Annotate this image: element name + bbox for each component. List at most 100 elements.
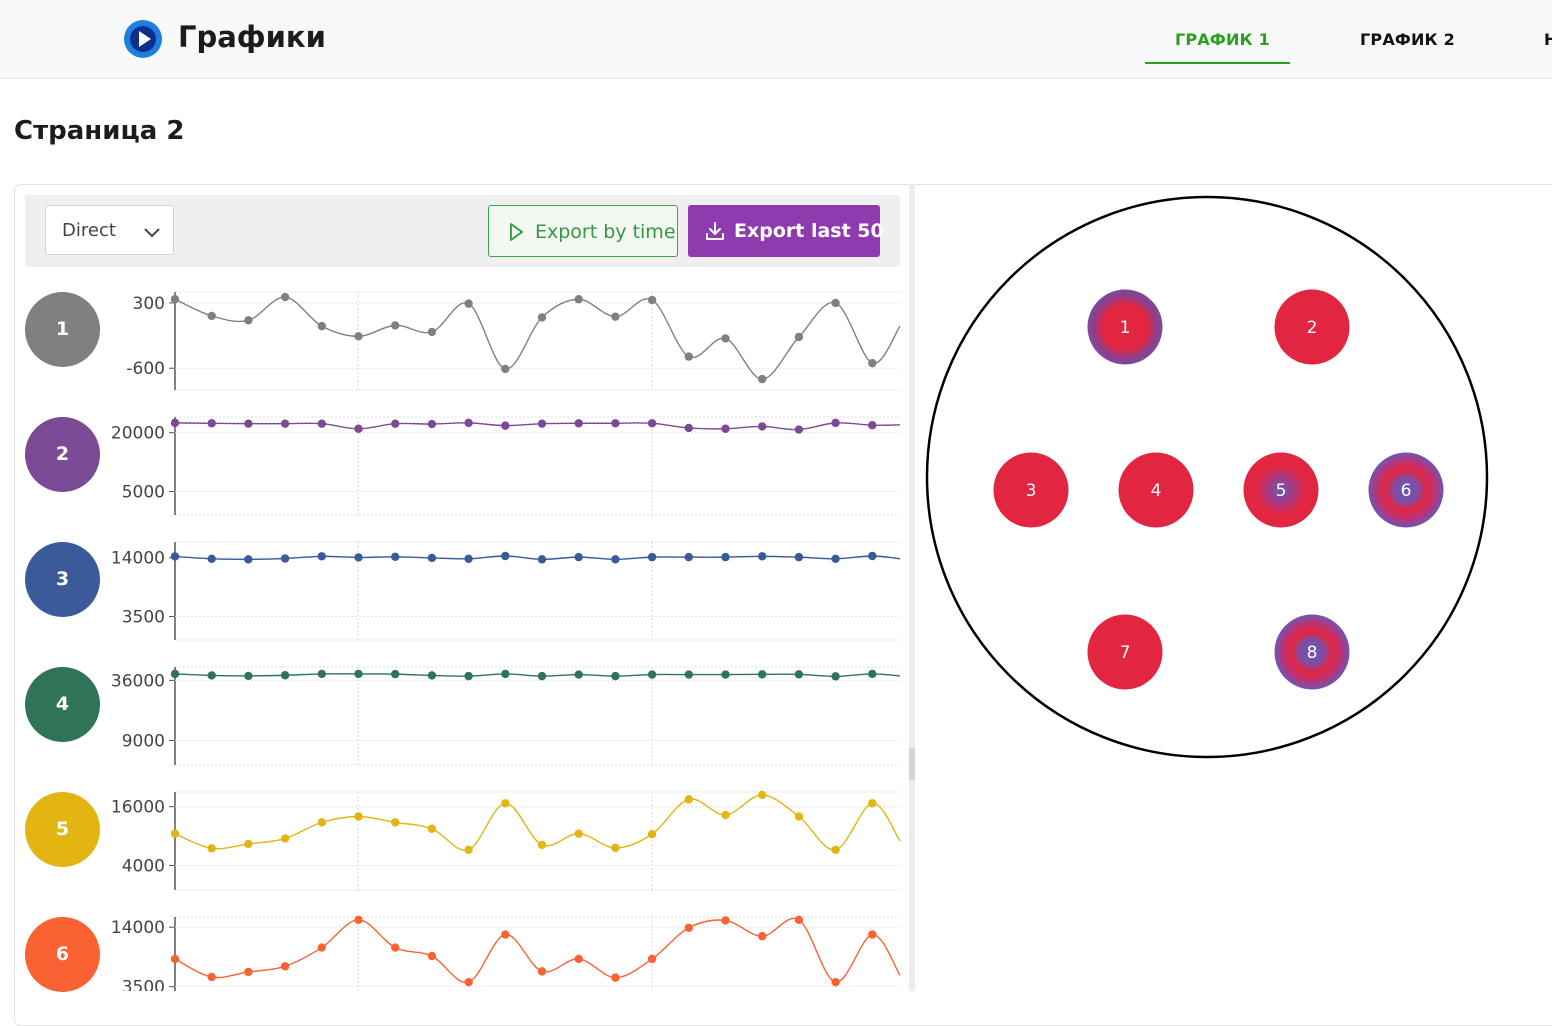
tab-chart-3[interactable]: Н: [1544, 30, 1552, 49]
data-point: [170, 418, 180, 428]
data-point: [354, 424, 363, 433]
data-point: [464, 977, 473, 987]
sensor-label: 7: [1120, 643, 1131, 663]
sensor-6[interactable]: 6: [1368, 452, 1444, 528]
data-point: [244, 839, 253, 849]
data-point: [501, 669, 510, 679]
data-point: [537, 671, 547, 681]
sensor-3[interactable]: 3: [993, 452, 1069, 528]
data-point: [244, 316, 253, 325]
y-tick-label: 3500: [122, 978, 165, 991]
data-point: [868, 799, 877, 808]
data-point: [611, 555, 620, 564]
data-point: [721, 552, 730, 562]
sensor-5[interactable]: 5: [1243, 452, 1319, 528]
data-point: [831, 298, 840, 308]
data-point: [501, 799, 510, 808]
data-point: [464, 418, 473, 428]
data-point: [868, 669, 877, 679]
data-point: [317, 943, 326, 952]
data-point: [280, 834, 290, 843]
data-point: [354, 669, 363, 679]
sensor-label: 2: [1307, 318, 1318, 338]
sensor-4[interactable]: 4: [1118, 452, 1194, 528]
data-point: [537, 419, 547, 428]
data-point: [611, 419, 620, 428]
data-point: [831, 418, 840, 428]
data-point: [317, 669, 326, 679]
sensor-label: 1: [1120, 318, 1131, 338]
y-tick-label: 36000: [111, 671, 165, 691]
tab-chart-2[interactable]: ГРАФИК 2: [1360, 30, 1455, 49]
data-point: [501, 364, 510, 374]
data-point: [611, 843, 620, 853]
data-point: [721, 334, 730, 343]
data-point: [207, 671, 216, 680]
tab-chart-1[interactable]: ГРАФИК 1: [1175, 30, 1270, 49]
data-point: [647, 670, 657, 679]
data-point: [427, 951, 437, 961]
data-point: [647, 419, 657, 428]
y-tick-label: 4000: [122, 857, 165, 877]
data-point: [317, 321, 326, 331]
data-point: [170, 829, 180, 838]
data-point: [391, 818, 400, 827]
data-point: [574, 552, 583, 562]
y-tick-label: -600: [126, 359, 165, 379]
data-point: [170, 552, 180, 561]
chart-channel-5: 16000 4000: [111, 790, 901, 891]
y-tick-label: 14000: [111, 918, 165, 938]
y-tick-label: 300: [133, 294, 165, 314]
data-point: [721, 916, 730, 925]
data-point: [207, 844, 216, 853]
data-point: [831, 672, 840, 681]
data-point: [391, 321, 400, 330]
chart-channel-1: 300 -600: [126, 291, 901, 391]
y-tick-label: 20000: [111, 424, 165, 444]
chart-channel-2: 20000 5000: [111, 416, 901, 516]
sensor-7[interactable]: 7: [1087, 614, 1163, 690]
data-point: [611, 312, 620, 321]
data-point: [244, 555, 253, 564]
data-point: [574, 670, 583, 679]
data-point: [794, 552, 804, 562]
data-point: [647, 954, 657, 964]
data-point: [317, 818, 326, 827]
data-point: [684, 670, 693, 679]
data-point: [684, 552, 693, 562]
data-point: [391, 669, 400, 679]
data-point: [391, 419, 400, 428]
sensor-label: 8: [1307, 643, 1318, 663]
sensor-label: 5: [1276, 481, 1287, 501]
data-point: [537, 313, 547, 322]
data-point: [537, 555, 547, 564]
data-point: [684, 352, 693, 361]
sensor-8[interactable]: 8: [1274, 614, 1350, 690]
data-point: [354, 553, 363, 562]
data-point: [611, 973, 620, 982]
data-point: [794, 425, 804, 434]
data-point: [391, 943, 400, 952]
data-point: [794, 670, 804, 679]
data-point: [721, 670, 730, 679]
data-point: [317, 419, 326, 428]
data-point: [794, 915, 804, 925]
data-point: [207, 972, 216, 982]
data-point: [244, 419, 253, 428]
data-point: [427, 327, 437, 337]
data-point: [354, 332, 363, 341]
data-point: [684, 795, 693, 804]
data-point: [647, 295, 657, 305]
data-point: [868, 421, 877, 430]
data-point: [464, 845, 473, 855]
data-point: [537, 840, 547, 850]
data-point: [831, 977, 840, 987]
sensor-1[interactable]: 1: [1087, 289, 1163, 365]
data-point: [574, 295, 583, 304]
data-point: [501, 421, 510, 430]
data-point: [280, 554, 290, 563]
data-point: [758, 374, 767, 384]
data-point: [868, 930, 877, 939]
data-point: [501, 551, 510, 561]
sensor-2[interactable]: 2: [1274, 289, 1350, 365]
